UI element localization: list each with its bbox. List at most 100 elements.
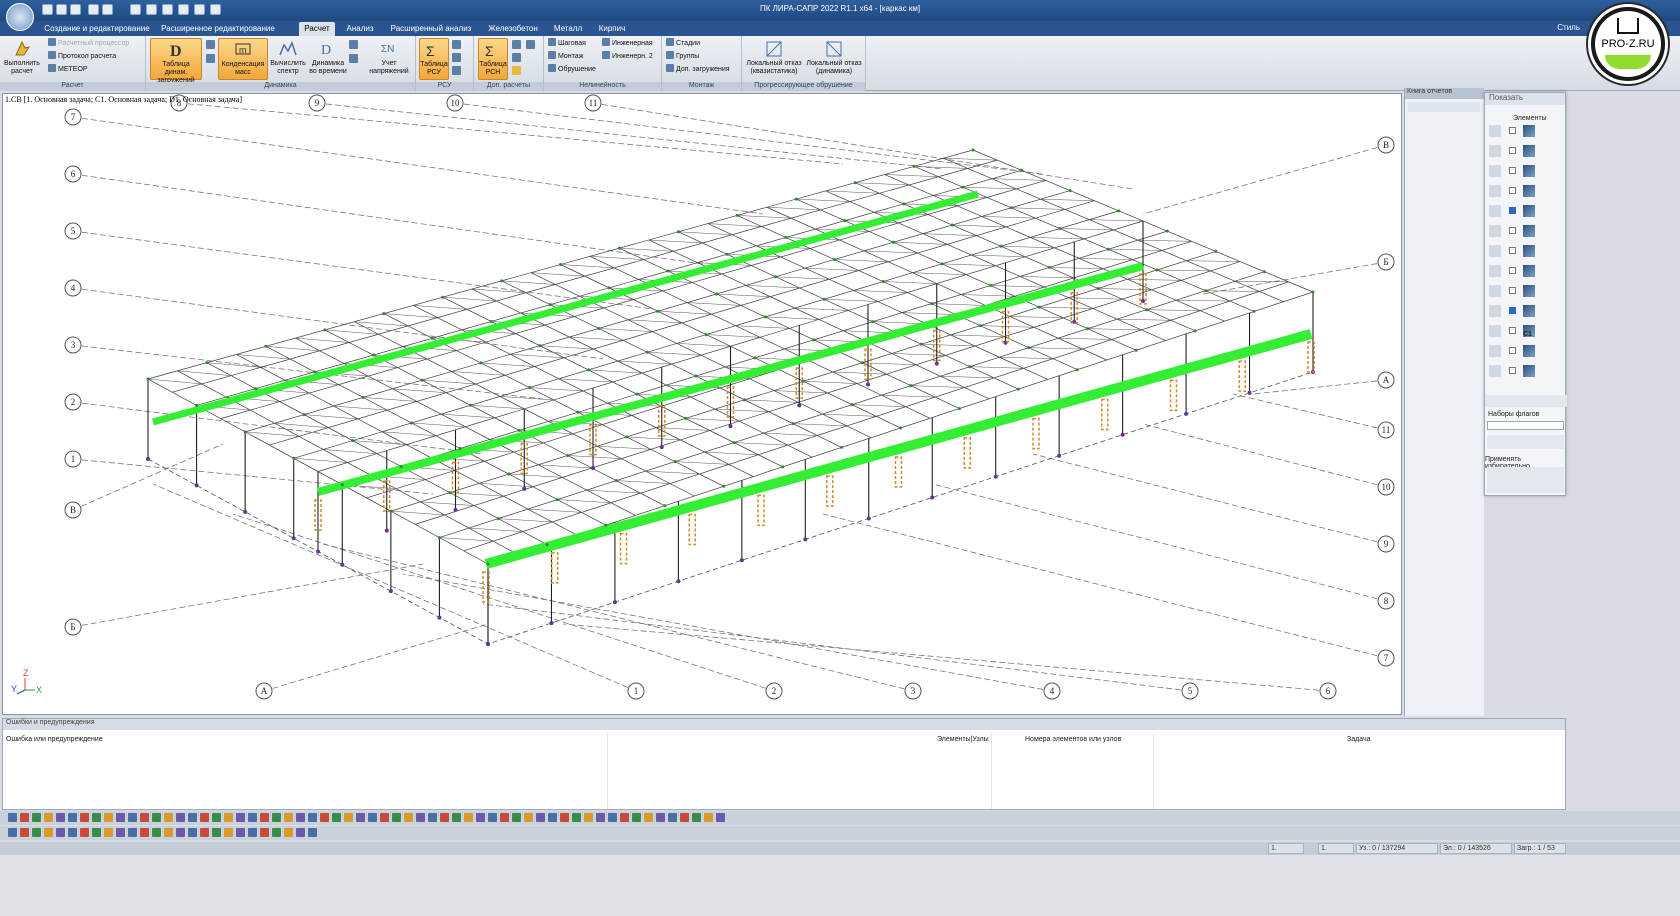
toolbar-tool-icon[interactable]: [440, 813, 449, 822]
local-dynamic-button[interactable]: Локальный отказ (динамика): [804, 38, 864, 80]
toolbar-tool-icon[interactable]: [128, 813, 137, 822]
show-option-icon[interactable]: [1523, 225, 1535, 237]
engineering-button[interactable]: Инженерная: [602, 38, 653, 49]
toolbar-tool-icon[interactable]: [236, 813, 245, 822]
flags-toolbar[interactable]: [1485, 395, 1567, 407]
meteor-button[interactable]: МЕТЕОР: [48, 64, 88, 75]
toolbar-tool-icon[interactable]: [644, 813, 653, 822]
model-canvas[interactable]: 76543218 9 10 11ВБВБА1110987А 1 2 3 4 5 6ZY X: [3, 94, 1402, 715]
run-quick-icon[interactable]: [178, 4, 189, 15]
toolbar-tool-icon[interactable]: [692, 813, 701, 822]
show-option-checkbox[interactable]: [1509, 187, 1516, 194]
toolbar-tool-icon[interactable]: [320, 813, 329, 822]
toolbar-tool-icon[interactable]: [296, 828, 305, 837]
toolbar-tool-icon[interactable]: [452, 813, 461, 822]
open-file-icon[interactable]: [56, 4, 67, 15]
stress-account-button[interactable]: ΣN Учет напряжений: [366, 38, 412, 80]
toolbar-tool-icon[interactable]: [668, 813, 677, 822]
toolbar-tool-icon[interactable]: [116, 813, 125, 822]
toolbar-tool-icon[interactable]: [596, 813, 605, 822]
show-option-icon[interactable]: [1523, 125, 1535, 137]
show-option-checkbox[interactable]: [1509, 127, 1516, 134]
toolbar-tool-icon[interactable]: [116, 828, 125, 837]
settings-icon[interactable]: [146, 4, 157, 15]
toolbar-tool-icon[interactable]: [332, 813, 341, 822]
toolbar-tool-icon[interactable]: [44, 813, 53, 822]
tab-metal[interactable]: Металл: [551, 22, 585, 36]
toolbar-tool-icon[interactable]: [128, 828, 137, 837]
toolbar-tool-icon[interactable]: [188, 828, 197, 837]
toolbar-tool-icon[interactable]: [500, 813, 509, 822]
apply-selective-toolbar[interactable]: [1487, 467, 1564, 493]
toolbar-tool-icon[interactable]: [716, 813, 725, 822]
toolbar-tool-icon[interactable]: [260, 828, 269, 837]
spectrum-button[interactable]: Вычислить спектр: [270, 38, 306, 80]
save-icon[interactable]: [70, 4, 81, 15]
toolbar-tool-icon[interactable]: [236, 828, 245, 837]
toolbar-tool-icon[interactable]: [368, 813, 377, 822]
show-category-icon[interactable]: [1489, 125, 1501, 137]
run-calc-button[interactable]: Выполнить расчет: [4, 38, 40, 80]
calc-protocol-button[interactable]: Протокол расчета: [48, 51, 116, 62]
toolbar-tool-icon[interactable]: [224, 828, 233, 837]
toolbar-tool-icon[interactable]: [212, 813, 221, 822]
show-option-icon[interactable]: [1523, 245, 1535, 257]
mass-condense-button[interactable]: m Конденсация масс: [218, 38, 268, 80]
show-category-icon[interactable]: [1489, 325, 1501, 337]
dyn-small3-icon[interactable]: [349, 40, 358, 49]
style-menu[interactable]: Стиль: [1557, 23, 1580, 32]
toolbar-tool-icon[interactable]: [404, 813, 413, 822]
report-toolbar[interactable]: [1408, 102, 1480, 112]
toolbar-tool-icon[interactable]: [92, 828, 101, 837]
toolbar-tool-icon[interactable]: [464, 813, 473, 822]
toolbar-tool-icon[interactable]: [272, 828, 281, 837]
toolbar-tool-icon[interactable]: [572, 813, 581, 822]
app-logo-button[interactable]: [6, 3, 34, 31]
toolbar-tool-icon[interactable]: [80, 828, 89, 837]
toolbar-tool-icon[interactable]: [32, 828, 41, 837]
calc-processor-button[interactable]: Расчетный процессор: [48, 38, 129, 49]
show-category-icon[interactable]: [1489, 245, 1501, 257]
toolbar-tool-icon[interactable]: [8, 813, 17, 822]
toolbar-tool-icon[interactable]: [224, 813, 233, 822]
toolbar-tool-icon[interactable]: [260, 813, 269, 822]
tab-concrete[interactable]: Железобетон: [483, 22, 543, 36]
dyn-small1-icon[interactable]: [206, 40, 215, 49]
toolbar-tool-icon[interactable]: [680, 813, 689, 822]
toolbar-tool-icon[interactable]: [356, 813, 365, 822]
tab-advanced-edit[interactable]: Расширенное редактирование: [158, 22, 278, 36]
rsn-table-button[interactable]: Σ Таблица РСН: [478, 38, 508, 80]
col-error[interactable]: Ошибка или предупреждение: [6, 736, 103, 743]
toolbar-tool-icon[interactable]: [8, 828, 17, 837]
time-dynamics-button[interactable]: D Динамика во времени: [308, 38, 348, 80]
model-viewport[interactable]: 7 6 5 4 3 2 1 8 9 10 11 В Б В Б А 11 10 9 8 7 А 1 2 3 4 5 6 Z Y X 1.СВ…: [2, 93, 1402, 715]
toolbar-tool-icon[interactable]: [164, 828, 173, 837]
tab-brick[interactable]: Кирпич: [594, 22, 630, 36]
new-file-icon[interactable]: [42, 4, 53, 15]
show-option-checkbox[interactable]: [1509, 287, 1516, 294]
tab-create-edit[interactable]: Создание и редактирование: [42, 22, 152, 36]
show-option-icon[interactable]: [1523, 205, 1535, 217]
toolbar-tool-icon[interactable]: [248, 813, 257, 822]
flag-sets-select[interactable]: [1487, 421, 1564, 430]
toolbar-tool-icon[interactable]: [200, 828, 209, 837]
toolbar-tool-icon[interactable]: [428, 813, 437, 822]
rsu-small1-icon[interactable]: [452, 40, 461, 49]
toolbar-tool-icon[interactable]: [416, 813, 425, 822]
toolbar-tool-icon[interactable]: [512, 813, 521, 822]
extra-small2-icon[interactable]: [526, 40, 535, 49]
show-option-checkbox[interactable]: [1509, 307, 1516, 314]
toolbar-tool-icon[interactable]: [68, 828, 77, 837]
toolbar-tool-icon[interactable]: [20, 813, 29, 822]
rsu-small3-icon[interactable]: [452, 66, 461, 75]
toolbar-tool-icon[interactable]: [56, 828, 65, 837]
show-option-checkbox[interactable]: [1509, 207, 1516, 214]
show-category-icon[interactable]: [1489, 145, 1501, 157]
toolbar-tool-icon[interactable]: [140, 828, 149, 837]
show-option-checkbox[interactable]: [1509, 147, 1516, 154]
toolbar-tool-icon[interactable]: [608, 813, 617, 822]
toolbar-tool-icon[interactable]: [524, 813, 533, 822]
show-category-icon[interactable]: [1489, 365, 1501, 377]
show-option-icon[interactable]: [1523, 345, 1535, 357]
toolbar-tool-icon[interactable]: [392, 813, 401, 822]
